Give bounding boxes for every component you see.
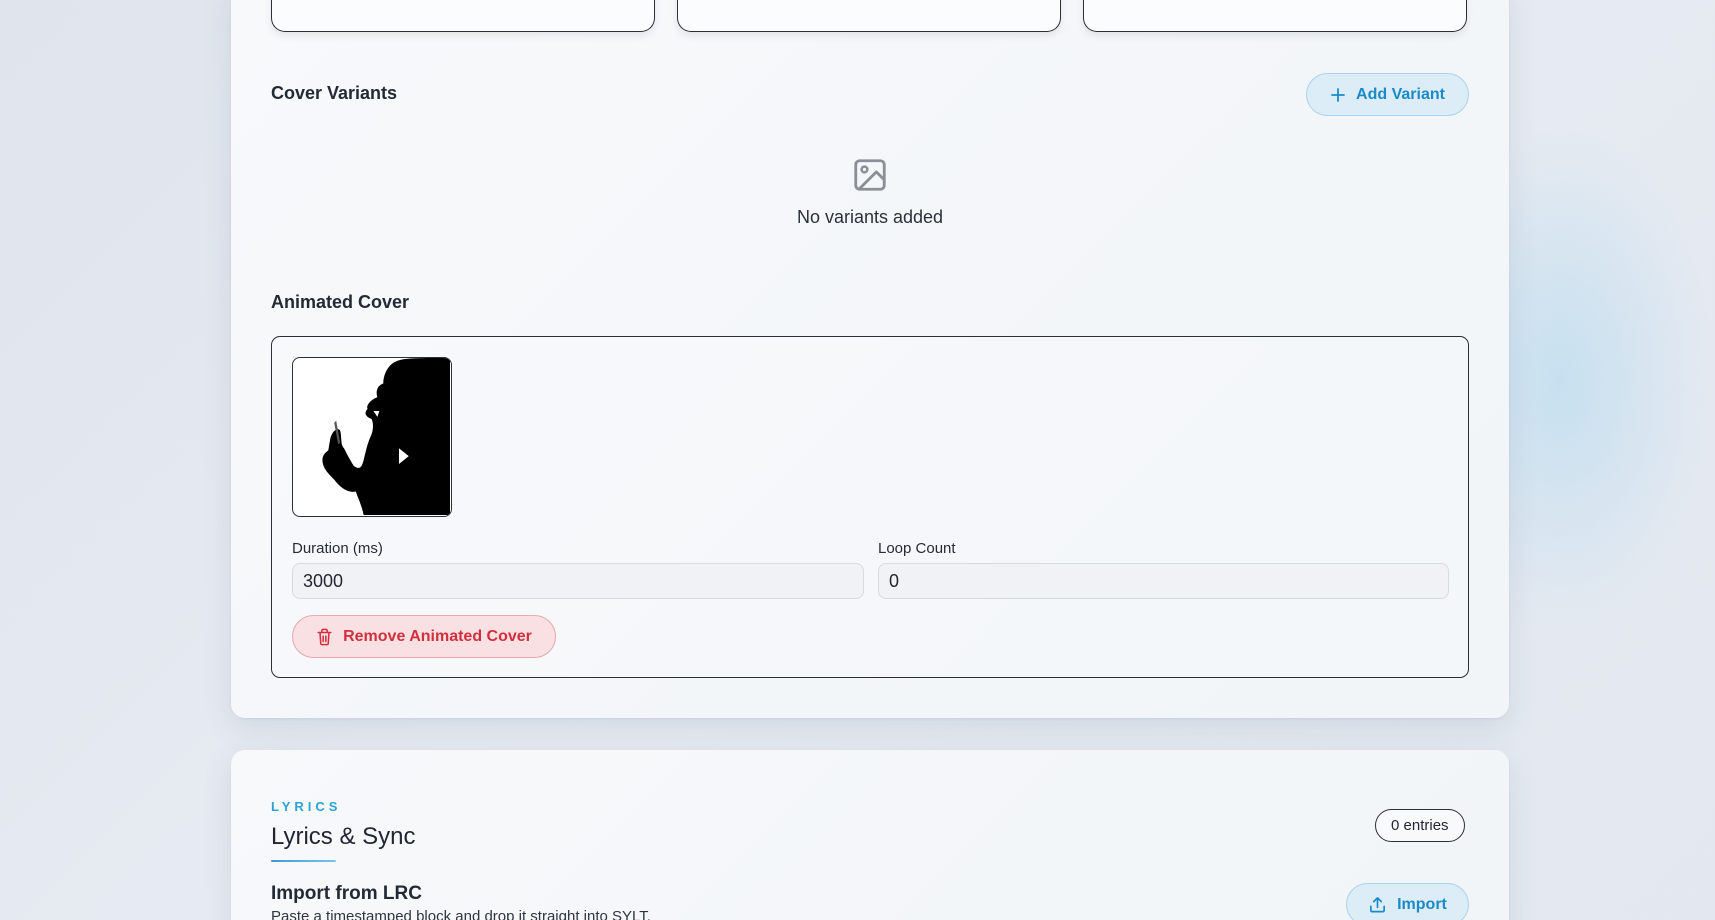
- animated-cover-thumbnail[interactable]: [292, 357, 452, 517]
- title-underline: [271, 860, 336, 862]
- duration-label: Duration (ms): [292, 540, 383, 557]
- add-variant-button[interactable]: Add Variant: [1306, 73, 1469, 116]
- plus-icon: [1331, 87, 1345, 102]
- import-button[interactable]: Import: [1346, 883, 1469, 920]
- import-lrc-title: Import from LRC: [271, 883, 422, 904]
- remove-animated-cover-label: Remove Animated Cover: [343, 627, 532, 645]
- entries-count-badge: 0 entries: [1375, 809, 1465, 842]
- lyrics-title: Lyrics & Sync: [271, 823, 416, 850]
- cover-variants-title: Cover Variants: [271, 83, 398, 103]
- lyrics-eyebrow: LYRICS: [271, 799, 342, 814]
- variants-empty-state: No variants added: [740, 156, 1000, 228]
- silhouette-image: [322, 358, 450, 515]
- cover-option-card[interactable]: [271, 0, 655, 32]
- lyrics-card: [231, 750, 1509, 920]
- animated-cover-panel: Duration (ms) Loop Count Remove Animated…: [271, 336, 1469, 678]
- import-lrc-description: Paste a timestamped block and drop it st…: [271, 908, 651, 920]
- cover-option-card[interactable]: [1083, 0, 1467, 32]
- remove-animated-cover-button[interactable]: Remove Animated Cover: [292, 615, 556, 658]
- cover-option-card[interactable]: [677, 0, 1061, 32]
- empty-variants-text: No variants added: [796, 207, 944, 227]
- upload-icon: [1370, 896, 1386, 913]
- loop-count-input[interactable]: [878, 563, 1449, 599]
- duration-input[interactable]: [292, 563, 864, 599]
- loop-count-label: Loop Count: [878, 540, 956, 557]
- animated-cover-title: Animated Cover: [271, 292, 410, 312]
- trash-icon: [317, 628, 332, 645]
- image-icon: [854, 159, 886, 191]
- add-variant-label: Add Variant: [1356, 85, 1445, 103]
- import-label: Import: [1397, 895, 1447, 913]
